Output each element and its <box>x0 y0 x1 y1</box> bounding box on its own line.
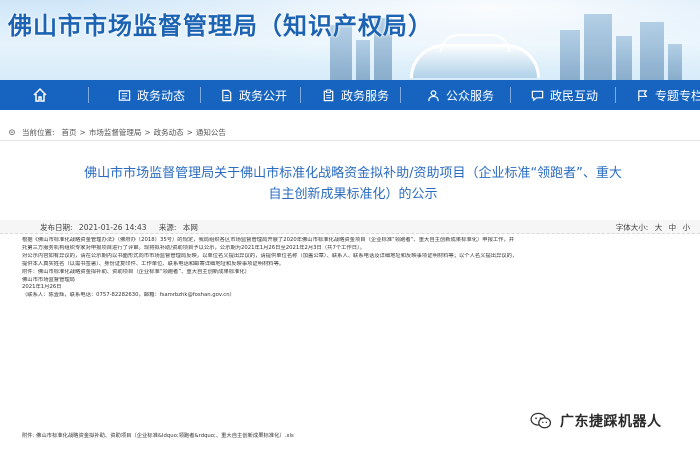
body-paragraph: 附件：佛山市标准化战略资金拟补助、资助项目（企业标准“领跑者”、重大自主创新成果… <box>22 268 250 275</box>
nav-item-services[interactable]: 政务服务 <box>322 80 389 110</box>
breadcrumb-divider <box>0 140 700 141</box>
body-paragraph: 2021年1月26日 <box>22 284 62 291</box>
body-paragraph: （联系人：陈壹辉，联系电话：0757-82282630，邮箱：fsamrbzhk… <box>22 292 235 299</box>
nav-label: 政民互动 <box>550 88 599 103</box>
clipboard-icon <box>323 88 334 101</box>
document-icon <box>222 89 232 101</box>
publish-date: 2021-01-26 14:43 <box>78 223 147 232</box>
newspaper-icon <box>118 89 131 101</box>
breadcrumb-prefix: 当前位置: <box>22 128 55 137</box>
banner-building <box>584 14 612 80</box>
breadcrumb-link-news[interactable]: 政务动态 <box>154 127 184 138</box>
nav-item-topics[interactable]: 专题专栏 <box>636 80 700 110</box>
flag-icon <box>638 89 648 101</box>
banner-building <box>560 30 580 80</box>
home-icon <box>33 87 47 102</box>
body-paragraph: 托第三方服务机构组织专家对申报项目进行了评审。现将拟补助/资助项目予以公示，公示… <box>22 244 365 251</box>
attachment-link[interactable]: 附件: 佛山市标准化战略资金拟补助、资助项目（企业标准&ldquo;领跑者&rd… <box>22 431 294 439</box>
nav-item-public-services[interactable]: 公众服务 <box>427 80 494 110</box>
breadcrumb-link-notices[interactable]: 通知公告 <box>196 127 226 138</box>
banner-building <box>668 44 682 80</box>
nav-divider <box>615 87 616 103</box>
people-icon <box>428 89 439 101</box>
font-size-small-button[interactable]: 小 <box>683 223 691 232</box>
article-title-line1: 佛山市市场监督管理局关于佛山市标准化战略资金拟补助/资助项目（企业标准“领跑者”… <box>84 166 622 181</box>
banner-stadium-arc <box>440 34 510 52</box>
nav-divider <box>200 87 201 103</box>
font-size-label: 字体大小: <box>615 223 649 232</box>
body-paragraph: 提供本人真实姓名（以需书签署）、身份证复印件、工作单位、联系电话和邮寄详细地址和… <box>22 260 285 267</box>
breadcrumb-link-bureau[interactable]: 市场监督管理局 <box>89 127 142 138</box>
article-title-line2: 自主创新成果标准化）的公示 <box>268 187 438 202</box>
nav-label: 政务服务 <box>341 88 390 103</box>
nav-divider <box>300 87 301 103</box>
breadcrumb-separator: > <box>144 128 151 137</box>
site-title: 佛山市市场监督管理局（知识产权局） <box>8 12 433 40</box>
font-size-large-button[interactable]: 大 <box>655 223 663 232</box>
banner-building <box>640 22 664 80</box>
nav-item-public[interactable]: 政务公开 <box>220 80 287 110</box>
nav-label: 政务公开 <box>239 88 288 103</box>
watermark-text: 广东捷踩机器人 <box>560 414 662 430</box>
source-value: 本网 <box>182 223 198 232</box>
article-body: 根据《佛山市标准化战略资金管理办法》（佛府办〔2018〕35号）的规定，我局组织… <box>22 237 698 300</box>
nav-label: 公众服务 <box>446 88 495 103</box>
breadcrumb-link-home[interactable]: 首页 <box>62 127 77 138</box>
nav-label: 政务动态 <box>137 88 186 103</box>
nav-divider <box>88 87 89 103</box>
breadcrumb-separator: > <box>186 128 193 137</box>
nav-divider <box>510 87 511 103</box>
wechat-icon <box>530 412 552 429</box>
publish-date-label: 发布日期: <box>40 223 73 232</box>
source-label: 来源: <box>158 223 177 232</box>
breadcrumb-separator: > <box>79 128 86 137</box>
meta-left: 发布日期: 2021-01-26 14:43 来源: 本网 <box>40 222 198 233</box>
article-meta: 发布日期: 2021-01-26 14:43 来源: 本网 字体大小: 大 中 … <box>0 220 700 234</box>
body-paragraph: 佛山市市场监督管理局 <box>22 276 75 283</box>
nav-divider <box>400 87 401 103</box>
font-size-controls: 字体大小: 大 中 小 <box>612 222 690 233</box>
nav-item-interaction[interactable]: 政民互动 <box>531 80 598 110</box>
main-nav: 政务动态 政务公开 政务服务 公众服务 政民互动 专题专栏 <box>0 80 700 110</box>
banner-building <box>616 36 632 80</box>
nav-home[interactable] <box>32 80 48 110</box>
font-size-medium-button[interactable]: 中 <box>669 223 677 232</box>
banner-building <box>356 40 370 80</box>
nav-label: 专题专栏 <box>655 88 700 103</box>
watermark: 广东捷踩机器人 <box>530 411 662 431</box>
header-banner: 佛山市市场监督管理局（知识产权局） <box>0 0 700 80</box>
body-paragraph: 根据《佛山市标准化战略资金管理办法》（佛府办〔2018〕35号）的规定，我局组织… <box>22 237 515 243</box>
nav-item-news[interactable]: 政务动态 <box>118 80 185 110</box>
body-paragraph: 对公示内容如有异议的，请在公示期内以书面形式向市市场监督管理局反映，以单位名义提… <box>22 252 518 259</box>
breadcrumb: 当前位置: 首页 > 市场监督管理局 > 政务动态 > 通知公告 <box>8 127 226 138</box>
location-pin-icon <box>9 128 15 135</box>
chat-icon <box>531 90 544 101</box>
